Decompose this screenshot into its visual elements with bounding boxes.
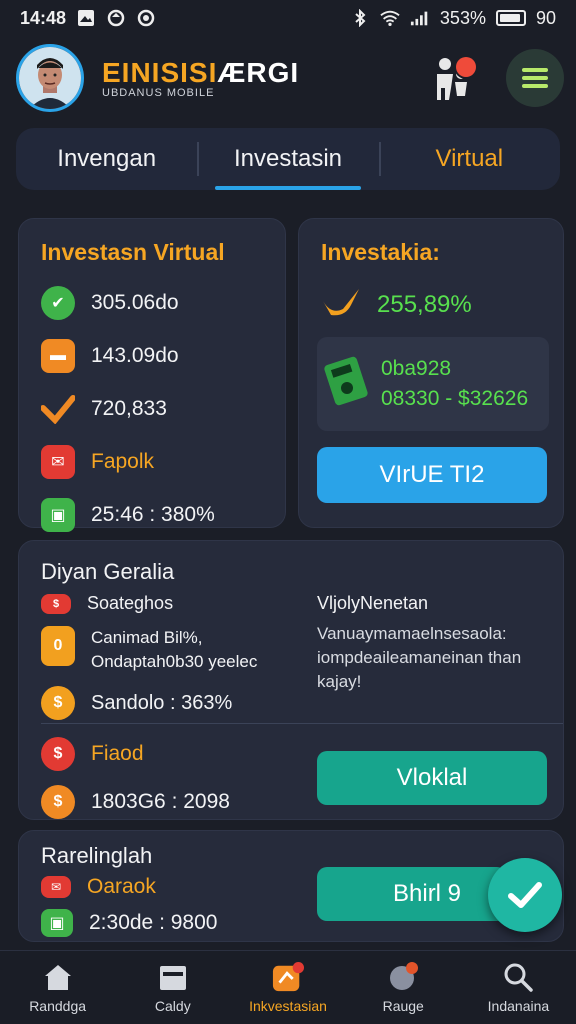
list-item: 0 Canimad Bil%, Ondaptah0b30 yeelec — [41, 626, 301, 674]
tab-bar: Invengan Investasin Virtual — [16, 128, 560, 190]
menu-icon-line — [522, 76, 548, 80]
record-icon — [136, 8, 156, 28]
list-item: 720,833 — [41, 392, 263, 426]
money-bag-icon: $ — [41, 785, 75, 819]
dollar-icon: $ — [41, 737, 75, 771]
search-icon — [502, 962, 534, 992]
card-title: Investakia: — [321, 239, 440, 265]
menu-icon-line — [522, 68, 548, 72]
card-title: Rarelinglah — [41, 843, 153, 868]
check-icon: ✔ — [41, 286, 75, 320]
wallet-icon: ▣ — [41, 909, 73, 937]
investment-summary-card: Investakia: 255,89% 0ba928 08330 - $3262… — [298, 218, 564, 528]
virtual-button[interactable]: VIrUE TI2 — [317, 447, 547, 503]
info-title: VljolyNenetan — [317, 593, 429, 613]
nav-gauge[interactable]: Rauge — [346, 951, 461, 1024]
divider — [41, 723, 563, 724]
brand-title: EINISISIÆRGI — [102, 57, 300, 88]
avatar[interactable] — [16, 44, 84, 112]
invest-code-1: 0ba928 — [381, 357, 452, 380]
calculator-money-icon — [323, 352, 373, 417]
gallery-icon — [76, 8, 96, 28]
gauge-icon — [387, 961, 419, 992]
bottom-card: Rarelinglah ✉ Oaraok ▣ 2:30de : 9800 Bhi… — [18, 830, 564, 942]
list-item: ▣ 2:30de : 9800 — [41, 909, 217, 937]
coin-icon: $ — [41, 686, 75, 720]
general-info-card: Diyan Geralia $ Soateghos 0 Canimad Bil%… — [18, 540, 564, 820]
virtual-investment-card: Investasn Virtual ✔ 305.06do ▬ 143.09do … — [18, 218, 286, 532]
menu-button[interactable] — [506, 49, 564, 107]
battery-percent: 353% — [439, 7, 486, 28]
list-item: ✉ Oaraok — [41, 875, 217, 899]
trend-icon — [41, 392, 75, 426]
chat-icon: ✉ — [41, 445, 75, 479]
note-icon: 0 — [41, 626, 75, 666]
brand: EINISISIÆRGI UBDANUS MOBILE — [102, 57, 299, 99]
bluetooth-icon — [350, 8, 370, 28]
info-text: Vanuaymamaelnsesaola: iompdeaileamaneina… — [317, 624, 522, 691]
list-item: ▣ 25:46 : 380% — [41, 498, 263, 532]
list-item: $ Fiaod — [41, 737, 230, 771]
signal-icon — [410, 8, 430, 28]
tab-investasin[interactable]: Investasin — [197, 128, 378, 190]
investment-icon — [272, 961, 304, 992]
cash-icon: ▬ — [41, 339, 75, 373]
battery-icon — [495, 10, 526, 26]
list-item: $ 1803G6 : 2098 — [41, 785, 230, 819]
card-title: Diyan Geralia — [41, 559, 175, 584]
confirm-fab[interactable] — [488, 858, 562, 932]
trend-up-icon — [321, 285, 363, 324]
home-icon — [42, 962, 74, 992]
action-button[interactable]: Bhirl 9 — [317, 867, 507, 921]
tab-virtual[interactable]: Virtual — [378, 128, 560, 190]
calendar-icon — [157, 962, 189, 992]
invest-code-2: 08330 - $32626 — [381, 387, 529, 410]
app-header: EINISISIÆRGI UBDANUS MOBILE — [16, 42, 564, 114]
wifi-icon — [380, 8, 400, 28]
view-button[interactable]: Vloklal — [317, 751, 547, 805]
tab-invengan[interactable]: Invengan — [16, 128, 197, 190]
status-time: 14:48 — [20, 7, 67, 28]
nav-calendar[interactable]: Caldy — [115, 951, 230, 1024]
sync-icon — [106, 8, 126, 28]
menu-icon-line — [522, 84, 548, 88]
list-item: $ Sandolo : 363% — [41, 686, 301, 720]
notifications-button[interactable] — [426, 51, 480, 105]
chat-icon: ✉ — [41, 876, 71, 898]
list-item: ▬ 143.09do — [41, 339, 263, 373]
card-title: Investasn Virtual — [41, 239, 225, 265]
status-bar: 14:48 353% 90 — [0, 0, 576, 36]
list-item: ✔ 305.06do — [41, 286, 263, 320]
wallet-icon: ▣ — [41, 498, 75, 532]
brand-subtitle: UBDANUS MOBILE — [102, 87, 215, 99]
nav-home[interactable]: Randdga — [0, 951, 115, 1024]
check-icon — [508, 882, 542, 908]
list-item: $ Soateghos — [41, 593, 301, 614]
notification-badge — [456, 57, 476, 77]
nav-investment[interactable]: Inkvestasian — [230, 951, 345, 1024]
nav-search[interactable]: Indanaina — [461, 951, 576, 1024]
bottom-nav: Randdga Caldy Inkvestasian Rauge Indanai… — [0, 950, 576, 1024]
badge-icon: $ — [41, 593, 71, 614]
list-item: ✉ Fapolk — [41, 445, 263, 479]
battery-level: 90 — [535, 7, 556, 28]
invest-percent: 255,89% — [377, 290, 472, 318]
